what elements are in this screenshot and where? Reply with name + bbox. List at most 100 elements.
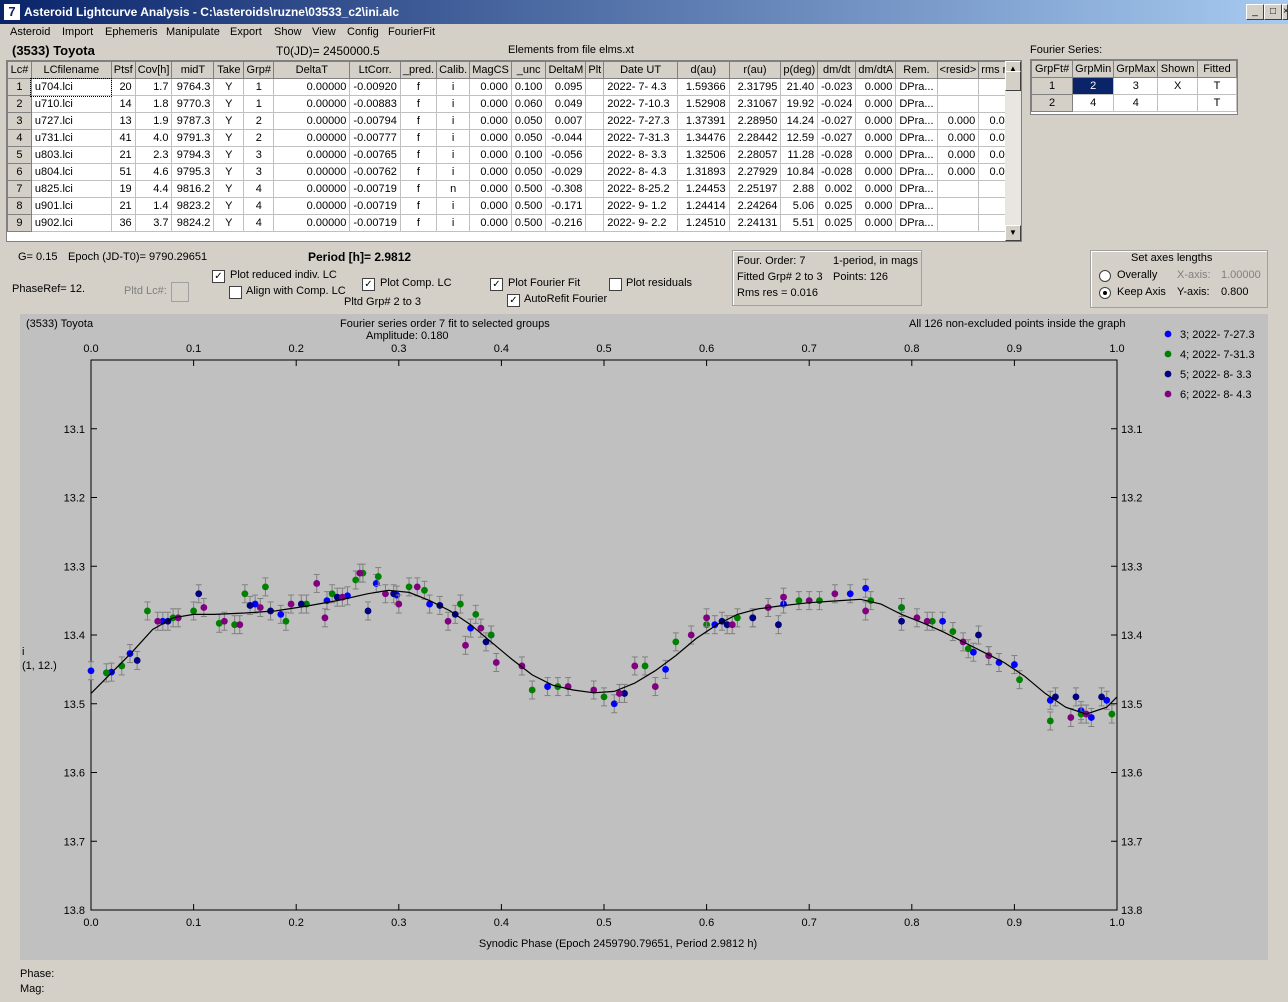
lc-table-header[interactable]: Ptsf	[110, 61, 136, 79]
table-cell[interactable]: 2	[7, 95, 32, 113]
table-cell[interactable]: 9	[7, 214, 32, 232]
table-cell[interactable]: i	[436, 214, 471, 232]
table-cell[interactable]: 9787.3	[171, 112, 215, 130]
fourier-table-header[interactable]: Fitted	[1196, 60, 1238, 78]
table-cell[interactable]: 1.37391	[676, 112, 730, 130]
table-cell[interactable]: 2.25197	[728, 180, 782, 198]
lc-table-header[interactable]: dm/dtA	[855, 61, 897, 79]
table-cell[interactable]: 3.7	[134, 214, 173, 232]
table-row[interactable]: 9 u902.lci 36 3.7 9824.2 Y 4 0.00000 -0.00719 f i 0…	[7, 214, 1021, 232]
table-cell[interactable]: 13	[110, 112, 136, 130]
table-cell[interactable]: 9794.3	[171, 146, 215, 164]
keep-axis-radio[interactable]	[1099, 287, 1111, 299]
table-cell[interactable]: 1.9	[134, 112, 173, 130]
table-cell[interactable]: X	[1157, 77, 1198, 95]
align-comp-checkbox[interactable]	[229, 286, 242, 299]
table-cell[interactable]	[936, 180, 980, 198]
table-cell[interactable]: T	[1196, 77, 1238, 95]
table-cell[interactable]: 9823.2	[171, 197, 215, 215]
table-cell[interactable]: 7	[7, 180, 32, 198]
table-cell[interactable]: 2	[243, 112, 275, 130]
table-cell[interactable]: Y	[213, 146, 245, 164]
table-cell[interactable]: -0.00883	[349, 95, 401, 113]
plot-fourier-checkbox[interactable]: ✓	[490, 278, 503, 291]
table-cell[interactable]: 19	[110, 180, 136, 198]
table-cell[interactable]: 21	[110, 197, 136, 215]
table-cell[interactable]: 0.050	[510, 129, 547, 147]
table-cell[interactable]: -0.00719	[349, 180, 401, 198]
table-cell[interactable]: f	[399, 129, 438, 147]
table-cell[interactable]: Y	[213, 180, 245, 198]
table-cell[interactable]: 0.000	[469, 129, 512, 147]
table-cell[interactable]: u710.lci	[30, 95, 112, 113]
table-cell[interactable]: 2.27929	[728, 163, 782, 181]
table-cell[interactable]: 0.000	[855, 214, 897, 232]
lc-table-header[interactable]: Date UT	[603, 61, 678, 79]
table-cell[interactable]: f	[399, 180, 438, 198]
lc-table-header[interactable]: r(au)	[728, 61, 782, 79]
table-scrollbar[interactable]: ▲ ▼	[1005, 61, 1021, 241]
table-cell[interactable]: 6	[7, 163, 32, 181]
table-cell[interactable]: -0.171	[545, 197, 587, 215]
table-row[interactable]: 2 u710.lci 14 1.8 9770.3 Y 1 0.00000 -0.00883 f i 0…	[7, 95, 1021, 113]
table-cell[interactable]: i	[436, 112, 471, 130]
table-cell[interactable]: Y	[213, 163, 245, 181]
table-cell[interactable]: -0.028	[817, 146, 857, 164]
table-cell[interactable]: 2022- 7-27.3	[603, 112, 678, 130]
table-cell[interactable]: Y	[213, 129, 245, 147]
lc-table-header[interactable]: LCfilename	[30, 61, 112, 79]
menu-config[interactable]: Config	[347, 26, 379, 38]
table-cell[interactable]: Y	[213, 214, 245, 232]
menu-ephemeris[interactable]: Ephemeris	[105, 26, 158, 38]
table-cell[interactable]: 5.06	[780, 197, 819, 215]
table-cell[interactable]: 2.88	[780, 180, 819, 198]
table-cell[interactable]: u727.lci	[30, 112, 112, 130]
table-cell[interactable]: 2	[243, 129, 275, 147]
table-cell[interactable]: -0.029	[545, 163, 587, 181]
lc-table-header[interactable]: DeltaM	[545, 61, 587, 79]
table-cell[interactable]	[585, 163, 605, 181]
table-cell[interactable]: -0.028	[817, 163, 857, 181]
table-cell[interactable]: u704.lci	[30, 77, 113, 97]
table-cell[interactable]: 1.24414	[676, 197, 730, 215]
scroll-thumb[interactable]	[1005, 71, 1021, 91]
table-cell[interactable]: i	[436, 95, 471, 113]
table-cell[interactable]: i	[436, 163, 471, 181]
maximize-button[interactable]: □	[1264, 4, 1282, 20]
table-cell[interactable]: 4	[243, 180, 275, 198]
menu-view[interactable]: View	[312, 26, 336, 38]
table-cell[interactable]: 0.025	[817, 214, 857, 232]
table-cell[interactable]: f	[399, 163, 438, 181]
table-cell[interactable]	[585, 214, 605, 232]
table-cell[interactable]: i	[436, 129, 471, 147]
lc-table-header[interactable]: Grp#	[243, 61, 275, 79]
table-cell[interactable]	[936, 95, 980, 113]
table-cell[interactable]: 4	[7, 129, 32, 147]
table-cell[interactable]: 4	[1072, 94, 1115, 112]
table-cell[interactable]: 2.28057	[728, 146, 782, 164]
table-cell[interactable]: 20	[110, 78, 136, 96]
table-cell[interactable]: 0.000	[855, 95, 897, 113]
fourier-table-header[interactable]: GrpFt#	[1030, 60, 1074, 78]
table-cell[interactable]: 0.000	[855, 78, 897, 96]
table-cell[interactable]	[936, 78, 980, 96]
table-cell[interactable]: 0.100	[510, 78, 547, 96]
menu-show[interactable]: Show	[274, 26, 302, 38]
table-cell[interactable]: DPra...	[895, 146, 938, 164]
table-cell[interactable]: -0.308	[545, 180, 587, 198]
table-cell[interactable]: f	[399, 95, 438, 113]
lc-table-header[interactable]: d(au)	[676, 61, 730, 79]
table-cell[interactable]: u901.lci	[30, 197, 112, 215]
table-row[interactable]: 1 u704.lci 20 1.7 9764.3 Y 1 0.00000 -0.00920 f i 0…	[7, 77, 1021, 97]
table-cell[interactable]: 0.000	[936, 163, 980, 181]
table-cell[interactable]: u804.lci	[30, 163, 112, 181]
lc-table-header[interactable]: Lc#	[7, 61, 32, 79]
table-cell[interactable]: -0.00920	[349, 78, 401, 96]
table-cell[interactable]: DPra...	[895, 214, 938, 232]
table-cell[interactable]: 9816.2	[171, 180, 215, 198]
table-cell[interactable]: DPra...	[895, 95, 938, 113]
table-cell[interactable]: 1.4	[134, 197, 173, 215]
table-row[interactable]: 123XT	[1030, 77, 1238, 95]
table-row[interactable]: 6 u804.lci 51 4.6 9795.3 Y 3 0.00000 -0.00762 f i 0…	[7, 163, 1021, 181]
table-row[interactable]: 8 u901.lci 21 1.4 9823.2 Y 4 0.00000 -0.00719 f i 0…	[7, 197, 1021, 215]
